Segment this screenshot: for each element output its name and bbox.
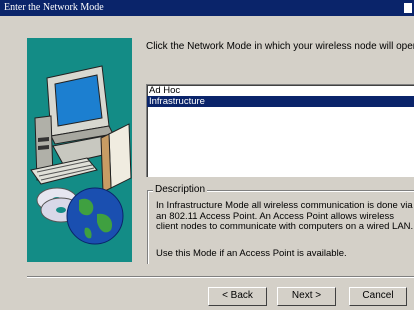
description-label: Description xyxy=(153,184,208,195)
description-text: In Infrastructure Mode all wireless comm… xyxy=(156,200,414,232)
close-icon[interactable] xyxy=(404,3,412,13)
title-bar[interactable]: Enter the Network Mode xyxy=(0,0,414,16)
window-title: Enter the Network Mode xyxy=(4,2,104,13)
button-separator xyxy=(27,276,414,278)
list-item-ad-hoc[interactable]: Ad Hoc xyxy=(147,85,414,96)
description-group: Description In Infrastructure Mode all w… xyxy=(147,184,414,264)
next-button[interactable]: Next > xyxy=(277,287,336,306)
description-note: Use this Mode if an Access Point is avai… xyxy=(156,248,347,259)
globe-icon xyxy=(36,187,124,245)
instruction-text: Click the Network Mode in which your wir… xyxy=(146,41,414,52)
list-item-infrastructure[interactable]: Infrastructure xyxy=(147,96,414,107)
network-mode-list[interactable]: Ad Hoc Infrastructure xyxy=(146,84,414,177)
cancel-button[interactable]: Cancel xyxy=(349,287,407,306)
back-button[interactable]: < Back xyxy=(208,287,267,306)
dialog-window: Enter the Network Mode Click the Network… xyxy=(0,0,414,310)
